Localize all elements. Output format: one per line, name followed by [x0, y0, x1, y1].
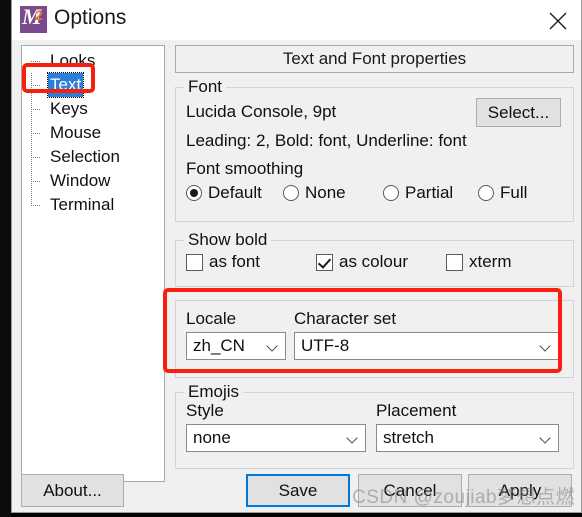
font-group: Font Lucida Console, 9pt Select... Leadi…: [175, 77, 574, 222]
radio-button-icon: [478, 185, 494, 201]
radio-partial[interactable]: Partial: [383, 183, 478, 203]
locale-value: zh_CN: [193, 336, 245, 355]
radio-button-icon: [186, 185, 202, 201]
charset-select[interactable]: UTF-8: [294, 332, 559, 360]
radio-label: None: [305, 183, 346, 202]
show-bold-checkbox-group: as font as colour xterm: [186, 252, 563, 272]
locale-group: Locale zh_CN Character set UTF-8: [175, 300, 574, 378]
select-font-button[interactable]: Select...: [476, 98, 561, 127]
checkbox-icon: [316, 253, 333, 271]
radio-button-icon: [283, 185, 299, 201]
tree-item-selection[interactable]: Selection: [22, 145, 164, 169]
locale-label: Locale: [186, 309, 237, 328]
radio-button-icon: [383, 185, 399, 201]
tree-connector-icon: [31, 145, 45, 169]
checkbox-xterm[interactable]: xterm: [446, 252, 512, 272]
emoji-style-label: Style: [186, 401, 224, 420]
tree-item-label: Looks: [50, 51, 96, 70]
tree-item-label: Mouse: [50, 123, 102, 142]
tree-connector-icon: [31, 193, 45, 217]
locale-select[interactable]: zh_CN: [186, 332, 286, 360]
emojis-group-title: Emojis: [184, 382, 244, 402]
checkbox-icon: [186, 253, 203, 271]
tree-item-label: Window: [50, 171, 111, 190]
tree-item-label: Terminal: [50, 195, 115, 214]
font-detail-value: Leading: 2, Bold: font, Underline: font: [186, 131, 467, 150]
mintty-logo-icon: M 2: [20, 6, 47, 33]
radio-full[interactable]: Full: [478, 183, 527, 203]
title-bar: M 2 Options: [12, 0, 581, 40]
checkbox-as-font[interactable]: as font: [186, 252, 316, 272]
checkbox-as-colour[interactable]: as colour: [316, 252, 446, 272]
cancel-button[interactable]: Cancel: [358, 474, 462, 507]
checkbox-label: xterm: [469, 252, 512, 271]
settings-content: Text and Font properties Font Lucida Con…: [175, 45, 574, 469]
tree-item-window[interactable]: Window: [22, 169, 164, 193]
close-icon: [549, 12, 567, 30]
tree-item-mouse[interactable]: Mouse: [22, 121, 164, 145]
save-button[interactable]: Save: [246, 474, 350, 507]
chevron-down-icon: [541, 434, 550, 443]
apply-button[interactable]: Apply: [468, 474, 572, 507]
tree-item-label: Keys: [50, 99, 88, 118]
tree-connector-icon: [31, 73, 45, 97]
checkbox-label: as colour: [339, 252, 408, 271]
settings-tree[interactable]: Looks Text Keys Mouse Selection Window T…: [21, 45, 165, 482]
tree-connector-icon: [31, 49, 45, 73]
tree-item-keys[interactable]: Keys: [22, 97, 164, 121]
charset-label: Character set: [294, 309, 397, 328]
tree-item-label: Selection: [50, 147, 120, 166]
font-group-title: Font: [184, 77, 227, 97]
font-smoothing-label: Font smoothing: [186, 159, 304, 178]
tree-connector-icon: [31, 121, 45, 145]
emoji-style-value: none: [193, 428, 231, 447]
tree-item-looks[interactable]: Looks: [22, 49, 164, 73]
show-bold-group-title: Show bold: [184, 230, 272, 250]
dialog-button-bar: About... Save Cancel Apply: [12, 470, 582, 513]
emoji-placement-select[interactable]: stretch: [376, 424, 559, 452]
page-title: Text and Font properties: [175, 45, 574, 73]
charset-value: UTF-8: [301, 336, 350, 355]
tree-connector-icon: [31, 169, 45, 193]
emoji-placement-label: Placement: [376, 401, 457, 420]
radio-label: Default: [208, 183, 262, 202]
radio-default[interactable]: Default: [186, 183, 283, 203]
emoji-placement-value: stretch: [383, 428, 435, 447]
radio-none[interactable]: None: [283, 183, 383, 203]
chevron-down-icon: [541, 342, 550, 351]
tree-item-terminal[interactable]: Terminal: [22, 193, 164, 217]
radio-label: Partial: [405, 183, 454, 202]
emojis-group: Emojis Style none Placement stretch: [175, 382, 574, 469]
about-button[interactable]: About...: [21, 474, 124, 507]
font-smoothing-radio-group: Default None Partial Full: [186, 183, 563, 203]
checkbox-label: as font: [209, 252, 261, 271]
show-bold-group: Show bold as font as colour xterm: [175, 230, 574, 287]
checkbox-icon: [446, 253, 463, 271]
radio-label: Full: [500, 183, 528, 202]
window-title: Options: [54, 6, 127, 29]
close-button[interactable]: [535, 0, 581, 40]
tree-item-text[interactable]: Text: [22, 72, 164, 98]
options-dialog: M 2 Options Looks Text Keys Mouse Select…: [11, 0, 582, 513]
logo-digit: 2: [35, 7, 43, 23]
chevron-down-icon: [348, 434, 357, 443]
chevron-down-icon: [268, 342, 277, 351]
tree-item-label: Text: [46, 72, 85, 98]
emoji-style-select[interactable]: none: [186, 424, 366, 452]
terminal-background-strip: [0, 0, 11, 517]
tree-connector-icon: [31, 97, 45, 121]
